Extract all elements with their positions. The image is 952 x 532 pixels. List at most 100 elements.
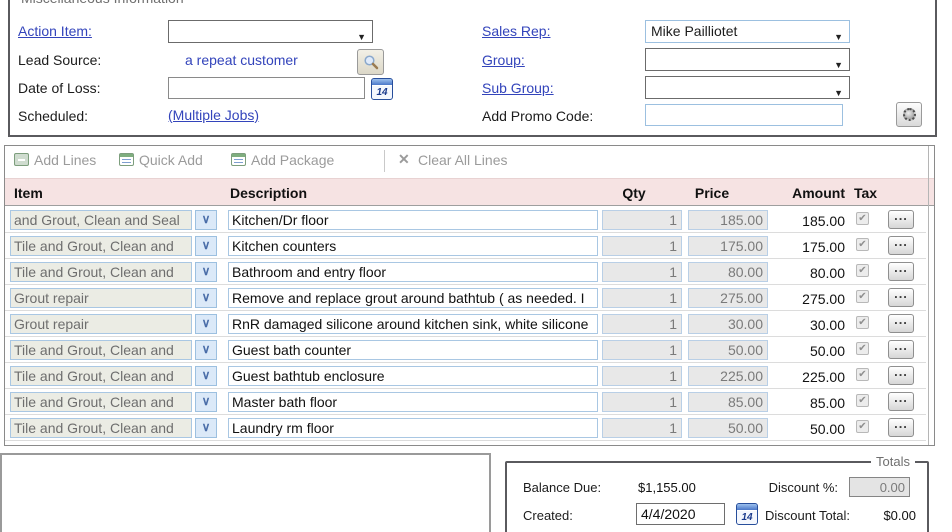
tax-checkbox[interactable]: ✔ (856, 394, 869, 407)
line-options-button[interactable]: ... (888, 392, 914, 411)
add-lines-button[interactable]: Add Lines (34, 152, 96, 168)
action-item-select[interactable]: ▼ (168, 20, 373, 43)
quick-add-button[interactable]: Quick Add (139, 152, 203, 168)
description-input[interactable] (228, 210, 598, 230)
sub-group-select[interactable]: ▼ (645, 76, 850, 99)
description-input[interactable] (228, 392, 598, 412)
tax-checkbox[interactable]: ✔ (856, 238, 869, 251)
chevron-down-icon: ∨ (202, 342, 211, 356)
amount-value: 50.00 (760, 421, 845, 437)
line-options-button[interactable]: ... (888, 288, 914, 307)
qty-input[interactable] (602, 210, 682, 230)
item-combo-arrow-button[interactable]: ∨ (195, 210, 217, 230)
group-select[interactable]: ▼ (645, 48, 850, 71)
description-input[interactable] (228, 366, 598, 386)
item-combo-arrow-button[interactable]: ∨ (195, 262, 217, 282)
add-package-button[interactable]: Add Package (251, 152, 334, 168)
price-input[interactable] (688, 236, 768, 256)
description-input[interactable] (228, 236, 598, 256)
lead-source-label: Lead Source: (18, 52, 101, 68)
line-options-button[interactable]: ... (888, 236, 914, 255)
action-item-link[interactable]: Action Item: (18, 23, 92, 39)
calendar-day-number: 14 (372, 86, 392, 99)
description-input[interactable] (228, 314, 598, 334)
calendar-icon[interactable]: 14 (736, 503, 758, 525)
item-combo-arrow-button[interactable]: ∨ (195, 314, 217, 334)
date-of-loss-label: Date of Loss: (18, 80, 101, 96)
clear-all-lines-button[interactable]: Clear All Lines (418, 152, 508, 168)
multiple-jobs-link[interactable]: (Multiple Jobs) (168, 107, 259, 123)
line-options-button[interactable]: ... (888, 262, 914, 281)
tax-checkbox[interactable]: ✔ (856, 316, 869, 329)
item-combo[interactable]: Tile and Grout, Clean and (10, 340, 192, 360)
tax-checkbox[interactable]: ✔ (856, 368, 869, 381)
description-input[interactable] (228, 288, 598, 308)
description-input[interactable] (228, 340, 598, 360)
gear-icon (903, 108, 916, 121)
price-input[interactable] (688, 262, 768, 282)
calendar-top-band (737, 504, 757, 511)
line-options-button[interactable]: ... (888, 418, 914, 437)
item-combo[interactable]: Grout repair (10, 314, 192, 334)
amount-value: 185.00 (760, 213, 845, 229)
line-options-button[interactable]: ... (888, 314, 914, 333)
promo-code-input[interactable] (645, 104, 843, 126)
sub-group-link[interactable]: Sub Group: (482, 80, 554, 96)
lead-source-value[interactable]: a repeat customer (185, 52, 298, 68)
discount-pct-input[interactable] (849, 477, 910, 497)
qty-input[interactable] (602, 418, 682, 438)
item-combo-arrow-button[interactable]: ∨ (195, 392, 217, 412)
check-icon: ✔ (857, 239, 868, 250)
notes-box[interactable] (0, 453, 491, 532)
tax-checkbox[interactable]: ✔ (856, 212, 869, 225)
item-combo[interactable]: Tile and Grout, Clean and (10, 418, 192, 438)
lead-source-search-button[interactable] (357, 49, 384, 75)
price-input[interactable] (688, 418, 768, 438)
qty-input[interactable] (602, 236, 682, 256)
item-combo-arrow-button[interactable]: ∨ (195, 418, 217, 438)
item-combo[interactable]: Grout repair (10, 288, 192, 308)
line-options-button[interactable]: ... (888, 366, 914, 385)
price-input[interactable] (688, 210, 768, 230)
price-input[interactable] (688, 366, 768, 386)
item-combo-arrow-button[interactable]: ∨ (195, 288, 217, 308)
qty-input[interactable] (602, 314, 682, 334)
header-item: Item (14, 185, 43, 201)
item-combo[interactable]: and Grout, Clean and Seal (10, 210, 192, 230)
price-input[interactable] (688, 392, 768, 412)
price-input[interactable] (688, 340, 768, 360)
qty-input[interactable] (602, 366, 682, 386)
date-of-loss-input[interactable] (168, 77, 365, 99)
dropdown-triangle-icon: ▼ (357, 27, 366, 43)
sales-rep-link[interactable]: Sales Rep: (482, 23, 550, 39)
item-combo-arrow-button[interactable]: ∨ (195, 236, 217, 256)
tax-checkbox[interactable]: ✔ (856, 264, 869, 277)
calendar-icon[interactable]: 14 (371, 78, 393, 100)
line-item-row: Tile and Grout, Clean and ∨ 80.00 ✔ ... (5, 259, 926, 285)
price-input[interactable] (688, 314, 768, 334)
line-options-button[interactable]: ... (888, 340, 914, 359)
description-input[interactable] (228, 418, 598, 438)
scheduled-label: Scheduled: (18, 108, 88, 124)
tax-checkbox[interactable]: ✔ (856, 342, 869, 355)
sales-rep-select[interactable]: Mike Pailliotet ▼ (645, 20, 850, 43)
item-combo-arrow-button[interactable]: ∨ (195, 366, 217, 386)
item-combo[interactable]: Tile and Grout, Clean and (10, 236, 192, 256)
item-combo-arrow-button[interactable]: ∨ (195, 340, 217, 360)
qty-input[interactable] (602, 262, 682, 282)
promo-code-apply-button[interactable] (896, 102, 922, 127)
item-combo[interactable]: Tile and Grout, Clean and (10, 262, 192, 282)
line-options-button[interactable]: ... (888, 210, 914, 229)
group-link[interactable]: Group: (482, 52, 525, 68)
tax-checkbox[interactable]: ✔ (856, 290, 869, 303)
quick-add-icon (119, 153, 134, 166)
tax-checkbox[interactable]: ✔ (856, 420, 869, 433)
qty-input[interactable] (602, 392, 682, 412)
item-combo[interactable]: Tile and Grout, Clean and (10, 366, 192, 386)
item-combo[interactable]: Tile and Grout, Clean and (10, 392, 192, 412)
qty-input[interactable] (602, 288, 682, 308)
created-date-input[interactable] (636, 503, 725, 525)
price-input[interactable] (688, 288, 768, 308)
qty-input[interactable] (602, 340, 682, 360)
description-input[interactable] (228, 262, 598, 282)
